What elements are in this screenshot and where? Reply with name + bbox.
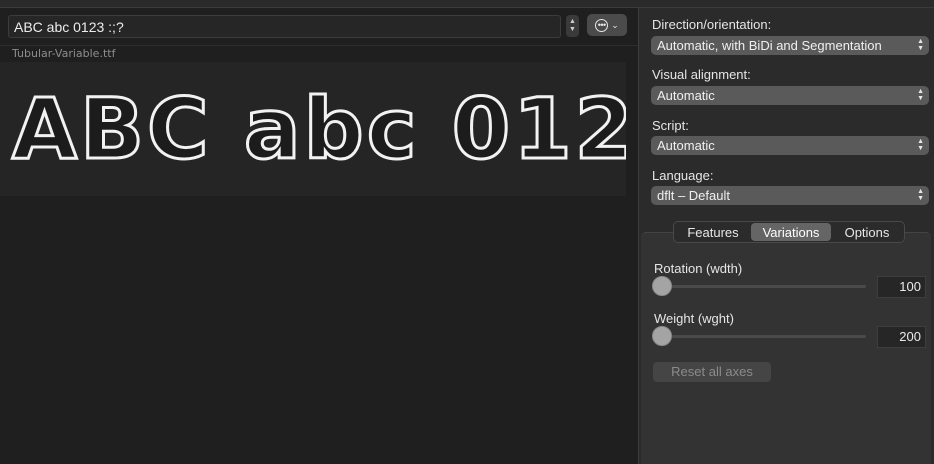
preview-text: ABC abc 0123 :; (12, 80, 626, 178)
rotation-value-field[interactable]: 100 (877, 276, 926, 298)
axis-label-weight: Weight (wght) (654, 311, 734, 326)
glyph-preview: ABC abc 0123 :; (0, 62, 626, 196)
script-value: Automatic (657, 138, 715, 153)
reset-all-axes-button[interactable]: Reset all axes (653, 362, 771, 382)
rotation-slider-track[interactable] (655, 285, 866, 288)
weight-slider-knob[interactable] (652, 326, 672, 346)
axis-label-rotation: Rotation (wdth) (654, 261, 743, 276)
rotation-slider-knob[interactable] (652, 276, 672, 296)
preview-pane: ABC abc 0123 :;? ▲ ▼ ••• ⌄ Tubular-Variab… (0, 8, 638, 464)
font-file-name: Tubular-Variable.ttf (12, 47, 116, 60)
stepper-icon[interactable]: ▲ ▼ (566, 15, 579, 37)
up-down-arrows-icon: ▲ ▼ (917, 188, 924, 202)
language-popup[interactable]: dflt – Default ▲ ▼ (651, 186, 929, 205)
preview-glyphs: ABC abc 0123 :; (11, 79, 627, 180)
script-popup[interactable]: Automatic ▲ ▼ (651, 136, 929, 155)
direction-label: Direction/orientation: (652, 17, 772, 32)
language-value: dflt – Default (657, 188, 730, 203)
up-down-arrows-icon: ▲ ▼ (917, 88, 924, 102)
ellipsis-circle-icon: ••• (595, 18, 609, 32)
alignment-value: Automatic (657, 88, 715, 103)
window-top-strip (0, 0, 934, 8)
sample-text-field[interactable]: ABC abc 0123 :;? (8, 15, 561, 38)
direction-popup[interactable]: Automatic, with BiDi and Segmentation ▲ ▼ (651, 36, 929, 55)
chevron-down-icon: ⌄ (611, 19, 619, 30)
up-down-arrows-icon: ▲ ▼ (917, 38, 924, 52)
up-down-arrows-icon: ▲ ▼ (917, 138, 924, 152)
more-options-button[interactable]: ••• ⌄ (587, 14, 627, 36)
weight-value-field[interactable]: 200 (877, 326, 926, 348)
alignment-label: Visual alignment: (652, 67, 751, 82)
script-label: Script: (652, 118, 689, 133)
weight-slider-track[interactable] (655, 335, 866, 338)
alignment-popup[interactable]: Automatic ▲ ▼ (651, 86, 929, 105)
tab-variations[interactable]: Variations (751, 223, 831, 241)
tab-features[interactable]: Features (675, 223, 751, 241)
language-label: Language: (652, 168, 714, 183)
direction-value: Automatic, with BiDi and Segmentation (657, 38, 882, 53)
tab-bar: Features Variations Options (673, 221, 905, 243)
tab-options[interactable]: Options (831, 223, 903, 241)
divider (0, 45, 638, 46)
